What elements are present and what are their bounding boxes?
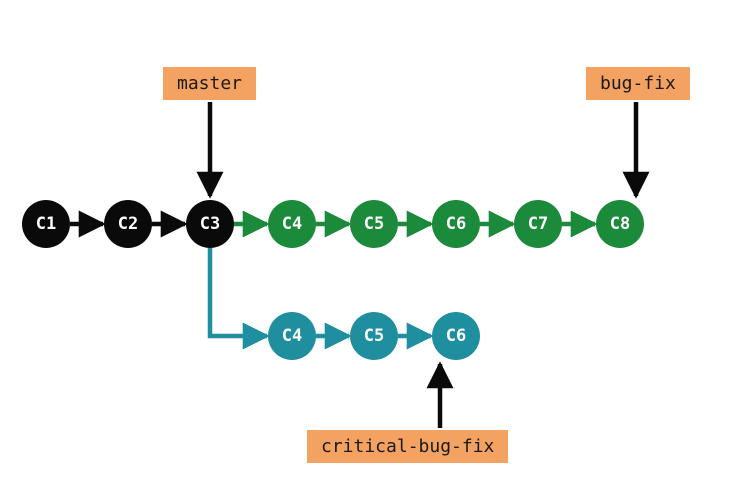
commit-node-c8: C8: [596, 200, 644, 248]
commit-node-c3: C3: [186, 200, 234, 248]
commit-node-c2: C2: [104, 200, 152, 248]
commit-node-c7: C7: [514, 200, 562, 248]
commit-node-branch-c6: C6: [432, 312, 480, 360]
commit-node-c1: C1: [22, 200, 70, 248]
commit-node-branch-c4: C4: [268, 312, 316, 360]
branch-label-critical-bug-fix: critical-bug-fix: [307, 430, 508, 463]
commit-node-c5: C5: [350, 200, 398, 248]
commit-node-c4: C4: [268, 200, 316, 248]
commit-node-c6: C6: [432, 200, 480, 248]
commit-node-branch-c5: C5: [350, 312, 398, 360]
edge-c3-branch-c4: [210, 248, 267, 336]
branch-label-bug-fix: bug-fix: [586, 67, 690, 100]
branch-label-master: master: [163, 67, 256, 100]
